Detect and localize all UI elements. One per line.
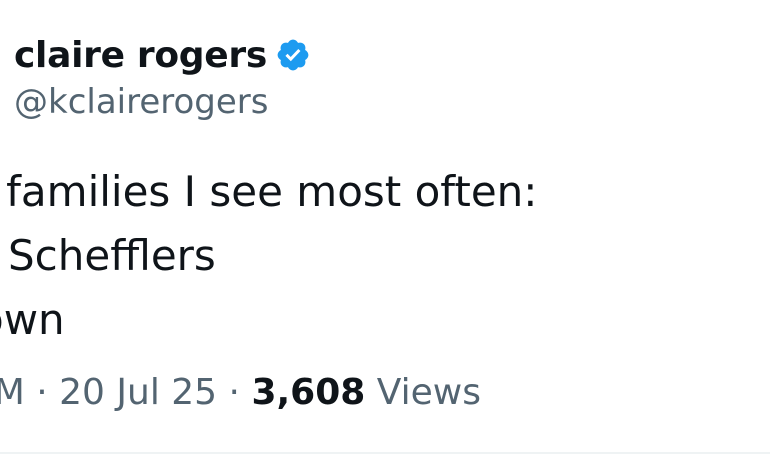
tweet-author: claire rogers @kclairerogers [14,30,311,122]
author-name-row: claire rogers [14,30,311,80]
views-label: Views [376,372,481,413]
author-display-name[interactable]: claire rogers [14,35,267,76]
views-count: 3,608 [251,372,366,413]
verified-badge-icon[interactable] [275,37,311,73]
tweet-time[interactable]: PM [0,372,25,413]
tweet-text: f families I see most often: Schefflers … [0,160,537,352]
divider [0,452,770,454]
meta-separator: · [228,372,240,413]
tweet-meta: PM · 20 Jul 25 · 3,608 Views [0,372,481,413]
tweet-text-line: Schefflers [8,231,216,280]
author-handle[interactable]: @kclairerogers [14,82,311,122]
tweet-date[interactable]: 20 Jul 25 [59,372,217,413]
tweet-text-line: own [0,295,65,344]
meta-separator: · [36,372,48,413]
tweet-text-line: f families I see most often: [0,167,538,216]
